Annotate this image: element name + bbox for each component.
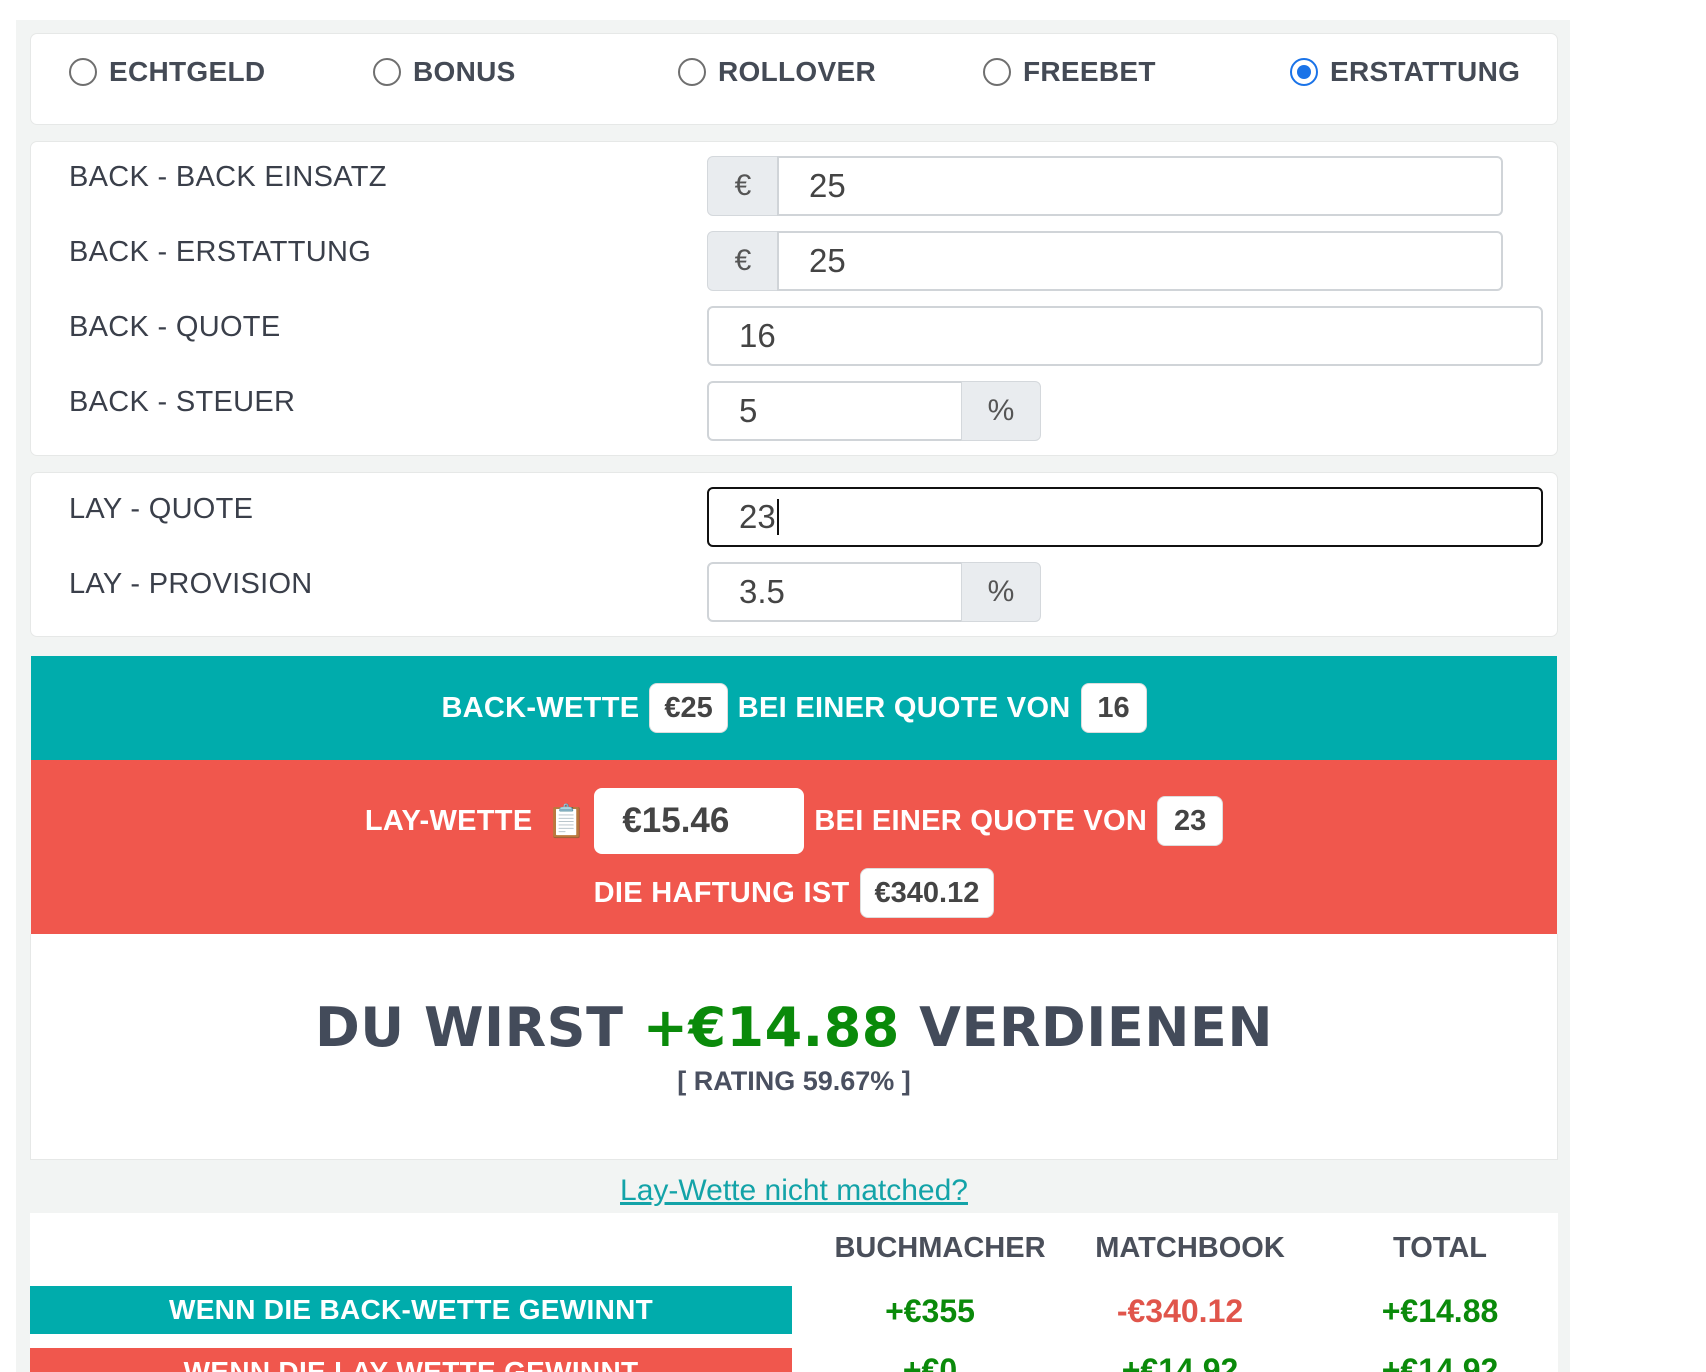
radio-label: BONUS <box>413 56 516 87</box>
radio-label: ROLLOVER <box>718 56 876 87</box>
euro-addon: € <box>707 231 779 291</box>
lay-bet-label: LAY-WETTE <box>364 804 533 837</box>
back-tax-input[interactable]: 5 <box>707 381 963 441</box>
lay-at-odds-label: BEI EINER QUOTE VON <box>814 804 1148 837</box>
liability-label: DIE HAFTUNG IST <box>593 876 850 909</box>
radio-erstattung[interactable]: ERSTATTUNG <box>1290 56 1520 88</box>
back-refund-label: BACK - ERSTATTUNG <box>69 236 372 268</box>
table-cell-bookmaker: +€0 <box>902 1352 958 1372</box>
back-odds-label: BACK - QUOTE <box>69 311 281 343</box>
radio-echtgeld[interactable]: ECHTGELD <box>69 56 265 88</box>
radio-freebet[interactable]: FREEBET <box>983 56 1156 88</box>
back-refund-input[interactable]: 25 <box>777 231 1503 291</box>
back-tax-label: BACK - STEUER <box>69 386 296 418</box>
lay-bet-row: LAY-WETTE 📋 €15.46 BEI EINER QUOTE VON 2… <box>31 788 1557 854</box>
radio-rollover[interactable]: ROLLOVER <box>678 56 876 88</box>
radio-bonus[interactable]: BONUS <box>373 56 516 88</box>
text-caret <box>776 499 779 535</box>
lay-odds-input[interactable]: 23 <box>707 487 1543 547</box>
lay-commission-input[interactable]: 3.5 <box>707 562 963 622</box>
radio-label: ECHTGELD <box>109 56 266 87</box>
table-cell-total: +€14.88 <box>1381 1293 1499 1329</box>
back-at-odds-label: BEI EINER QUOTE VON <box>737 691 1071 724</box>
percent-addon: % <box>961 381 1041 441</box>
back-stake-label: BACK - BACK EINSATZ <box>69 161 387 193</box>
table-cell-exchange: -€340.12 <box>1116 1293 1244 1329</box>
lay-stake-field[interactable]: €15.46 <box>594 788 805 854</box>
percent-addon: % <box>961 562 1041 622</box>
radio-circle[interactable] <box>678 58 706 86</box>
col-header-total: TOTAL <box>1393 1232 1487 1264</box>
col-header-buchmacher: BUCHMACHER <box>834 1232 1046 1264</box>
back-odds-pill: 16 <box>1080 683 1147 733</box>
lay-bet-banner: LAY-WETTE 📋 €15.46 BEI EINER QUOTE VON 2… <box>31 760 1557 934</box>
radio-label: FREEBET <box>1023 56 1156 87</box>
back-bet-banner: BACK-WETTE €25 BEI EINER QUOTE VON 16 <box>31 656 1557 760</box>
clipboard-icon[interactable]: 📋 <box>546 802 586 840</box>
profit-suffix: VERDIENEN <box>919 996 1274 1059</box>
radio-circle[interactable] <box>983 58 1011 86</box>
table-cell-exchange: +€14.92 <box>1121 1352 1239 1372</box>
profit-card: DU WIRST +€14.88 VERDIENEN [ RATING 59.6… <box>30 934 1558 1160</box>
euro-addon: € <box>707 156 779 216</box>
row-label-lay-wins: WENN DIE LAY-WETTE GEWINNT <box>30 1348 792 1372</box>
back-bet-label: BACK-WETTE <box>441 691 640 724</box>
profit-prefix: DU WIRST <box>314 996 624 1059</box>
unmatched-link[interactable]: Lay-Wette nicht matched? <box>0 1174 1588 1208</box>
radio-label: ERSTATTUNG <box>1330 56 1521 87</box>
table-cell-bookmaker: +€355 <box>885 1293 975 1329</box>
rating-text: [ RATING 59.67% ] <box>677 1066 911 1096</box>
table-cell-total: +€14.92 <box>1381 1352 1499 1372</box>
lay-commission-label: LAY - PROVISION <box>69 568 313 600</box>
back-odds-input[interactable]: 16 <box>707 306 1543 366</box>
back-stake-input[interactable]: 25 <box>777 156 1503 216</box>
profit-amount: +€14.88 <box>642 996 900 1059</box>
lay-odds-value: 23 <box>739 498 776 535</box>
radio-circle[interactable] <box>69 58 97 86</box>
liability-row: DIE HAFTUNG IST €340.12 <box>31 868 1557 918</box>
radio-circle[interactable] <box>373 58 401 86</box>
lay-odds-label: LAY - QUOTE <box>69 493 254 525</box>
liability-pill: €340.12 <box>859 868 995 918</box>
back-stake-pill: €25 <box>649 683 728 733</box>
col-header-matchbook: MATCHBOOK <box>1095 1232 1285 1264</box>
radio-circle-selected[interactable] <box>1290 58 1318 86</box>
profit-headline: DU WIRST +€14.88 VERDIENEN <box>31 996 1557 1059</box>
lay-odds-pill: 23 <box>1157 796 1224 846</box>
row-label-back-wins: WENN DIE BACK-WETTE GEWINNT <box>30 1286 792 1334</box>
